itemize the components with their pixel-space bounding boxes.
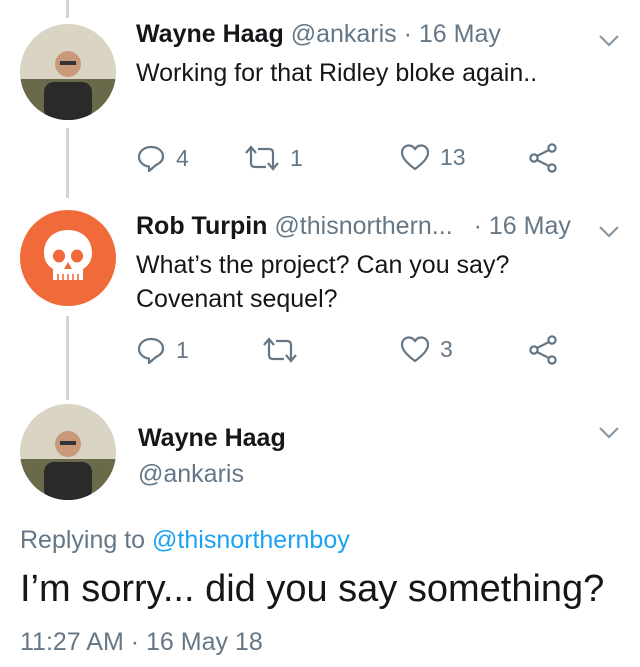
tweet-date[interactable]: · 16 May xyxy=(474,212,571,240)
chevron-down-icon[interactable] xyxy=(598,225,620,239)
retweet-count: 1 xyxy=(290,144,303,171)
share-icon xyxy=(529,143,557,173)
tweet-text: What’s the project? Can you say? Covenan… xyxy=(136,248,509,316)
chevron-down-icon[interactable] xyxy=(598,34,620,48)
reply-count: 1 xyxy=(176,336,189,363)
reply-button[interactable]: 4 xyxy=(136,143,189,173)
chevron-down-icon[interactable] xyxy=(598,426,620,440)
avatar-photo xyxy=(20,404,116,500)
replying-prefix: Replying to xyxy=(20,526,146,554)
author-name[interactable]: Rob Turpin xyxy=(136,212,267,240)
retweet-button[interactable] xyxy=(262,335,308,365)
retweet-button[interactable]: 1 xyxy=(244,143,303,173)
author-handle[interactable]: @ankaris xyxy=(291,20,397,48)
avatar-rob-turpin[interactable] xyxy=(20,210,116,306)
thread-line-top xyxy=(66,0,69,18)
share-button[interactable] xyxy=(528,335,558,365)
tweet-date[interactable]: · 16 May xyxy=(404,20,501,48)
retweet-icon xyxy=(263,337,297,363)
avatar-wayne-haag[interactable] xyxy=(20,24,116,120)
like-count: 3 xyxy=(440,335,453,362)
like-icon xyxy=(400,336,430,363)
reply-count: 4 xyxy=(176,144,189,171)
replying-handle-link[interactable]: @thisnorthernboy xyxy=(152,526,350,554)
like-button[interactable]: 13 xyxy=(400,143,466,171)
tweet-text: Working for that Ridley bloke again.. xyxy=(136,56,537,90)
tweet-text-line: Covenant sequel? xyxy=(136,285,338,313)
tweet-actions: 4 1 13 xyxy=(136,143,576,173)
author-name[interactable]: Wayne Haag xyxy=(138,424,286,453)
tweet-text-line: What’s the project? Can you say? xyxy=(136,251,510,279)
author-handle[interactable]: @thisnorthern... xyxy=(274,212,452,240)
author-name[interactable]: Wayne Haag xyxy=(136,20,284,48)
share-button[interactable] xyxy=(528,143,558,173)
main-tweet-text: I’m sorry... did you say something? xyxy=(20,568,605,610)
reply-icon xyxy=(137,337,165,365)
replying-to: Replying to @thisnorthernboy xyxy=(20,526,350,555)
tweet-timestamp[interactable]: 11:27 AM · 16 May 18 xyxy=(20,628,263,657)
tweet-text-line: Working for that Ridley bloke again.. xyxy=(136,59,538,87)
thread-line-2 xyxy=(66,316,69,400)
avatar-wayne-haag[interactable] xyxy=(20,404,116,500)
like-button[interactable]: 3 xyxy=(400,335,453,363)
like-icon xyxy=(400,144,430,171)
tweet-header: Rob Turpin @thisnorthern... · 16 May xyxy=(136,212,620,241)
like-count: 13 xyxy=(440,143,466,170)
thread-line-1 xyxy=(66,128,69,198)
tweet-actions: 1 3 xyxy=(136,335,576,365)
author-handle[interactable]: @ankaris xyxy=(138,460,244,489)
avatar-photo xyxy=(20,24,116,120)
reply-button[interactable]: 1 xyxy=(136,335,189,365)
tweet-header: Wayne Haag @ankaris · 16 May xyxy=(136,20,620,49)
skull-icon xyxy=(20,210,116,306)
retweet-icon xyxy=(245,145,279,171)
reply-icon xyxy=(137,145,165,173)
share-icon xyxy=(529,335,557,365)
